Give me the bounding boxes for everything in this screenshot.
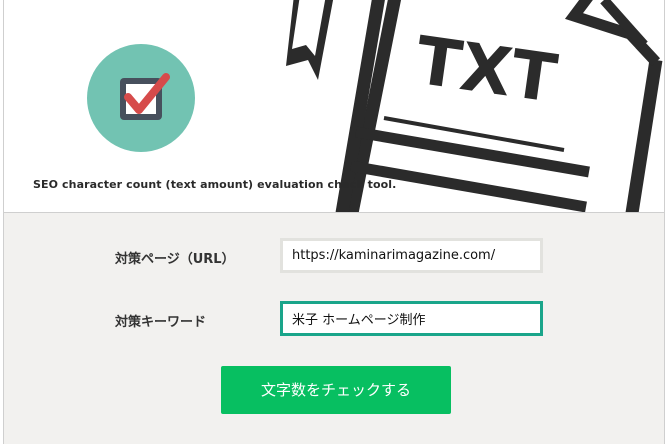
banner-caption: SEO character count (text amount) evalua… — [33, 178, 397, 191]
checkbox-check-icon — [87, 44, 195, 152]
keyword-input[interactable] — [280, 301, 543, 336]
tool-banner: TXT SEO character count (text amount) ev… — [4, 0, 664, 213]
txt-label: TXT — [411, 22, 561, 118]
check-character-count-button[interactable]: 文字数をチェックする — [221, 366, 451, 414]
keyword-label: 対策キーワード — [115, 315, 207, 330]
url-input[interactable] — [280, 238, 543, 273]
tool-frame: TXT SEO character count (text amount) ev… — [3, 0, 665, 444]
url-label: 対策ページ（URL） — [115, 252, 235, 267]
